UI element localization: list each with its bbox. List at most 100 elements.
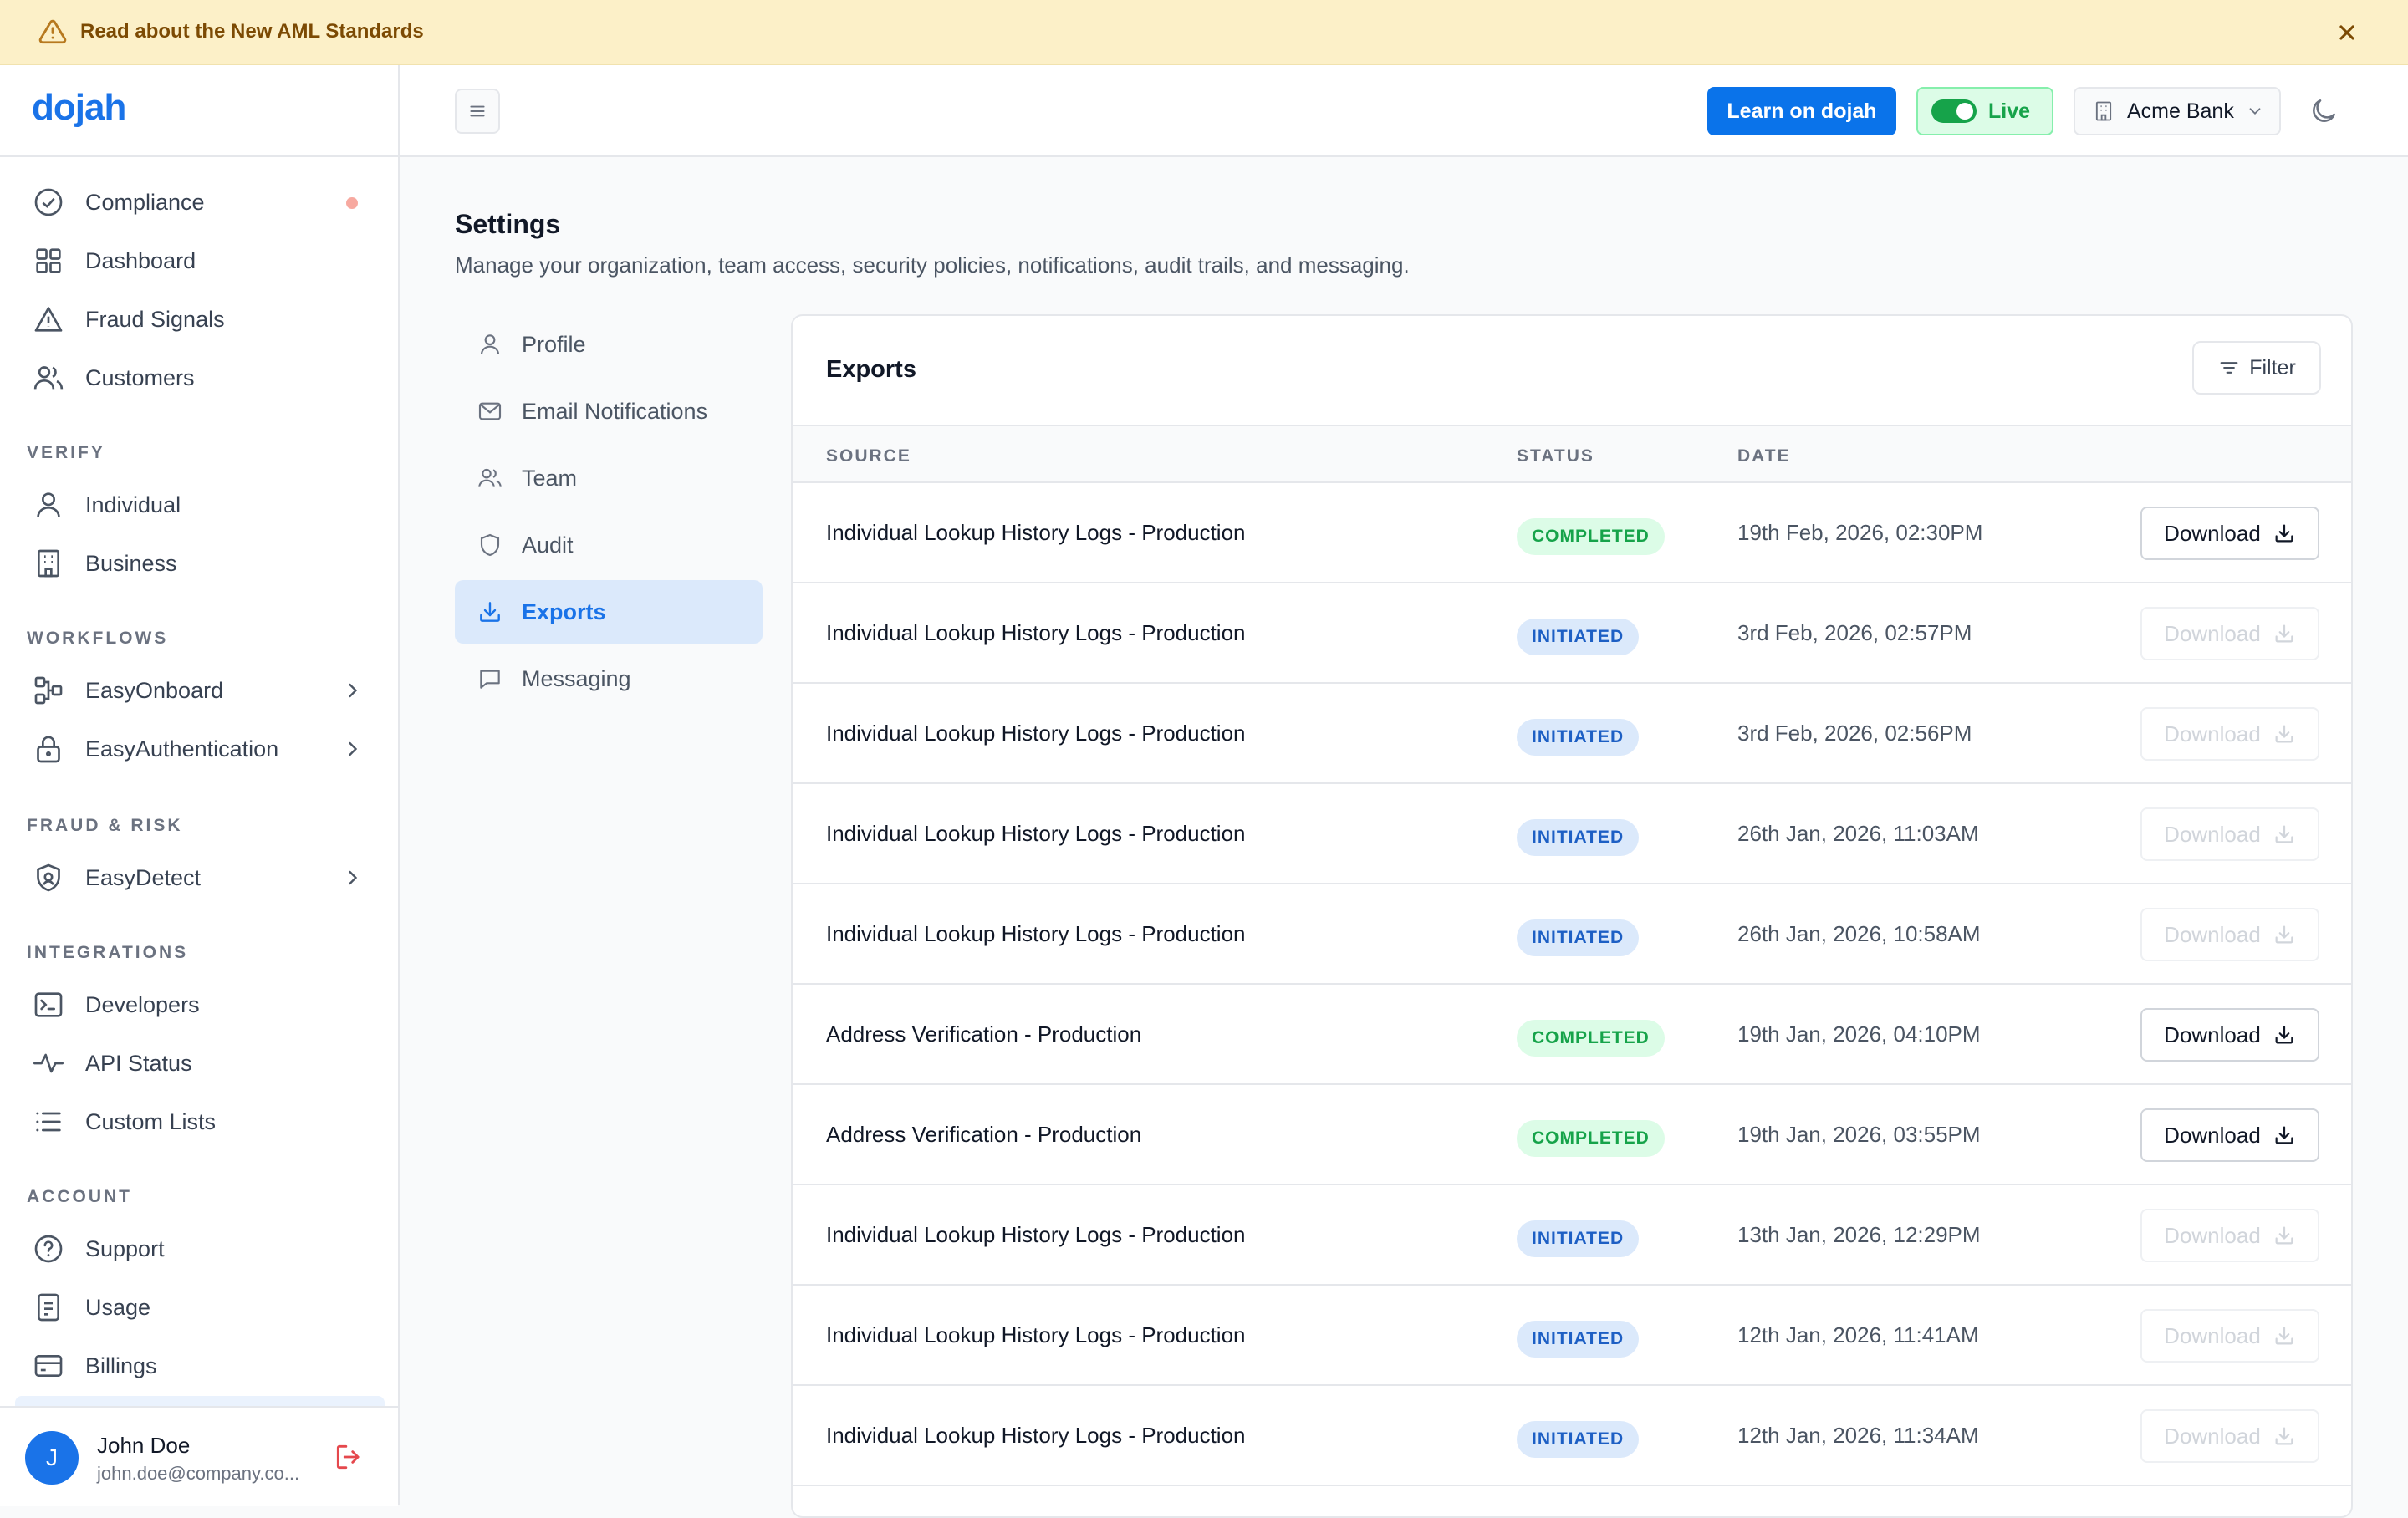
settings-nav-messaging[interactable]: Messaging <box>455 647 763 711</box>
settings-nav-label: Audit <box>522 532 574 558</box>
table-row: Individual Lookup History Logs - Product… <box>793 784 2351 884</box>
export-source: Individual Lookup History Logs - Product… <box>826 620 1246 645</box>
export-date: 13th Jan, 2026, 12:29PM <box>1737 1222 1981 1247</box>
sidebar-item-support[interactable]: Support <box>25 1224 376 1274</box>
user-profile[interactable]: J John Doe john.doe@company.co... <box>0 1406 398 1506</box>
download-label: Download <box>2164 1021 2261 1047</box>
status-badge: INITIATED <box>1517 919 1640 956</box>
export-date: 19th Feb, 2026, 02:30PM <box>1737 520 1983 545</box>
download-icon <box>2275 1427 2293 1445</box>
download-icon <box>2275 725 2293 743</box>
filter-button[interactable]: Filter <box>2192 341 2321 395</box>
download-button[interactable]: Download <box>2140 507 2319 560</box>
sidebar-item-easyauthentication[interactable]: EasyAuthentication <box>25 724 376 774</box>
sidebar-item-individual[interactable]: Individual <box>25 480 376 530</box>
sidebar-item-usage[interactable]: Usage <box>25 1282 376 1332</box>
organization-selector[interactable]: Acme Bank <box>2074 87 2281 135</box>
sidebar-item-customers[interactable]: Customers <box>25 353 376 403</box>
settings-nav-exports[interactable]: Exports <box>455 580 763 644</box>
document-icon <box>38 1293 59 1322</box>
download-icon <box>2275 925 2293 944</box>
download-label: Download <box>2164 620 2261 646</box>
settings-nav-team[interactable]: Team <box>455 446 763 510</box>
settings-nav-label: Profile <box>522 331 586 357</box>
menu-toggle-button[interactable] <box>455 89 500 134</box>
table-row: Individual Lookup History Logs - Product… <box>793 1185 2351 1286</box>
export-date: 19th Jan, 2026, 03:55PM <box>1737 1122 1981 1147</box>
announcement-banner: Read about the New AML Standards <box>0 0 2408 65</box>
mail-icon <box>478 402 502 420</box>
page-subtitle: Manage your organization, team access, s… <box>455 252 1410 278</box>
section-heading-workflows: WORKFLOWS <box>27 629 169 648</box>
status-badge: INITIATED <box>1517 1421 1640 1458</box>
download-icon <box>2275 1327 2293 1345</box>
sidebar-item-compliance[interactable]: Compliance <box>25 177 376 227</box>
organization-name: Acme Bank <box>2127 99 2234 123</box>
moon-icon[interactable] <box>2308 95 2339 127</box>
export-source: Individual Lookup History Logs - Product… <box>826 520 1246 545</box>
sidebar: dojah Compliance Dashboard Fraud Signals… <box>0 65 400 1506</box>
sidebar-item-easyonboard[interactable]: EasyOnboard <box>25 665 376 716</box>
settings-nav-label: Exports <box>522 599 606 624</box>
download-button[interactable]: Download <box>2140 1108 2319 1162</box>
hamburger-icon <box>470 105 485 117</box>
sidebar-item-label: Dashboard <box>85 247 196 273</box>
workflow-icon <box>34 676 63 705</box>
chevron-right-icon <box>349 741 358 756</box>
user-email: john.doe@company.co... <box>97 1463 300 1484</box>
grid-icon <box>36 248 61 273</box>
chevron-right-icon <box>349 870 358 885</box>
download-button[interactable]: Download <box>2140 1008 2319 1062</box>
export-date: 12th Jan, 2026, 11:34AM <box>1737 1423 1979 1448</box>
help-circle-icon <box>34 1235 63 1263</box>
download-button: Download <box>2140 1309 2319 1363</box>
sidebar-item-api-status[interactable]: API Status <box>25 1038 376 1088</box>
table-row: Individual Lookup History Logs - Product… <box>793 684 2351 784</box>
building-icon <box>38 549 59 578</box>
active-item-highlight <box>15 1396 385 1406</box>
close-icon[interactable] <box>2333 18 2361 47</box>
table-row: Address Verification - Production COMPLET… <box>793 985 2351 1085</box>
status-badge: INITIATED <box>1517 1321 1640 1358</box>
toggle-switch[interactable] <box>1931 99 1977 123</box>
download-icon <box>2275 1026 2293 1044</box>
sidebar-item-label: EasyAuthentication <box>85 736 279 762</box>
sidebar-item-easydetect[interactable]: EasyDetect <box>25 853 376 903</box>
export-date: 26th Jan, 2026, 11:03AM <box>1737 821 1979 846</box>
download-label: Download <box>2164 721 2261 746</box>
learn-on-dojah-button[interactable]: Learn on dojah <box>1707 87 1896 135</box>
sidebar-item-custom-lists[interactable]: Custom Lists <box>25 1097 376 1147</box>
table-row: Individual Lookup History Logs - Product… <box>793 884 2351 985</box>
logo[interactable]: dojah <box>32 87 126 134</box>
sidebar-item-business[interactable]: Business <box>25 538 376 588</box>
avatar[interactable]: J <box>25 1431 79 1485</box>
exports-card: Exports Filter SOURCE STATUS DATE Indivi… <box>791 314 2353 1518</box>
sidebar-item-label: Business <box>85 550 177 576</box>
download-button: Download <box>2140 908 2319 961</box>
chevron-down-icon <box>2249 108 2261 115</box>
export-date: 19th Jan, 2026, 04:10PM <box>1737 1021 1981 1047</box>
list-icon <box>36 1112 61 1132</box>
user-name: John Doe <box>97 1433 191 1458</box>
banner-link[interactable]: Read about the New AML Standards <box>80 20 424 43</box>
live-mode-toggle[interactable]: Live <box>1916 87 2053 135</box>
sidebar-item-label: API Status <box>85 1050 192 1076</box>
sidebar-item-developers[interactable]: Developers <box>25 980 376 1030</box>
sidebar-item-fraud-signals[interactable]: Fraud Signals <box>25 294 376 344</box>
sidebar-item-billings[interactable]: Billings <box>25 1341 376 1391</box>
column-header-source: SOURCE <box>826 446 911 466</box>
settings-nav-email-notifications[interactable]: Email Notifications <box>455 380 763 443</box>
logout-icon[interactable] <box>333 1441 365 1473</box>
settings-nav-label: Team <box>522 465 578 491</box>
settings-nav-profile[interactable]: Profile <box>455 313 763 376</box>
warning-icon <box>34 307 63 332</box>
activity-icon <box>33 1053 64 1073</box>
sidebar-item-dashboard[interactable]: Dashboard <box>25 236 376 286</box>
download-label: Download <box>2164 1322 2261 1348</box>
settings-nav-audit[interactable]: Audit <box>455 513 763 577</box>
sidebar-item-label: EasyDetect <box>85 864 202 890</box>
status-badge: COMPLETED <box>1517 1120 1665 1157</box>
download-icon <box>2275 1226 2293 1245</box>
settings-nav-label: Messaging <box>522 665 631 691</box>
table-row: Individual Lookup History Logs - Product… <box>793 583 2351 684</box>
